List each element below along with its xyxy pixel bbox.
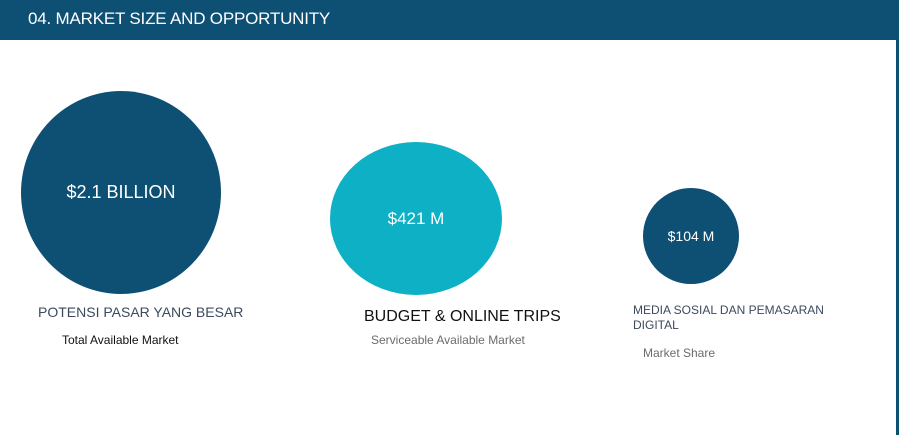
slide: 04. MARKET SIZE AND OPPORTUNITY $2.1 BIL… bbox=[0, 0, 899, 435]
market-circle-sam: $421 M bbox=[330, 142, 502, 295]
market-subtitle-som: Market Share bbox=[643, 346, 716, 360]
market-circle-tam: $2.1 BILLION bbox=[21, 91, 221, 294]
market-title-tam: POTENSI PASAR YANG BESAR bbox=[38, 304, 244, 320]
market-value-sam: $421 M bbox=[387, 208, 445, 228]
page-title: 04. MARKET SIZE AND OPPORTUNITY bbox=[28, 9, 331, 28]
header-bar: 04. MARKET SIZE AND OPPORTUNITY bbox=[0, 0, 899, 40]
market-title-som: MEDIA SOSIAL DAN PEMASARAN DIGITAL bbox=[633, 303, 824, 332]
market-circle-som: $104 M bbox=[643, 188, 739, 284]
market-value-som: $104 M bbox=[667, 228, 715, 244]
market-value-tam: $2.1 BILLION bbox=[66, 182, 176, 202]
market-title-sam: BUDGET & ONLINE TRIPS bbox=[364, 308, 561, 325]
market-subtitle-tam: Total Available Market bbox=[62, 333, 179, 347]
market-subtitle-sam: Serviceable Available Market bbox=[371, 333, 525, 347]
